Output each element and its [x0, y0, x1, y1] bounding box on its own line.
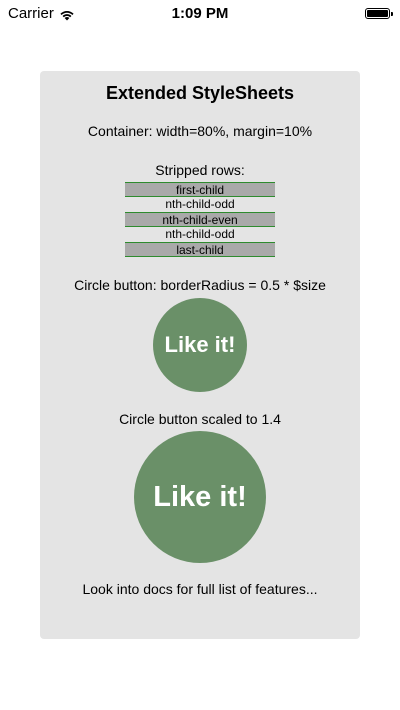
- battery-icon: [365, 8, 393, 19]
- footer-text: Look into docs for full list of features…: [82, 581, 318, 597]
- battery-level-fill: [367, 10, 388, 17]
- status-time: 1:09 PM: [171, 5, 229, 22]
- circle-button-label: Circle button: borderRadius = 0.5 * $siz…: [74, 277, 326, 293]
- like-button-scaled[interactable]: Like it!: [134, 431, 266, 563]
- status-bar: Carrier 1:09 PM: [0, 0, 400, 26]
- like-button-label: Like it!: [164, 332, 236, 357]
- row-nth-child-odd-2: nth-child-odd: [125, 227, 275, 242]
- stripped-rows-list: first-child nth-child-odd nth-child-even…: [125, 182, 275, 257]
- row-nth-child-odd: nth-child-odd: [125, 197, 275, 212]
- styled-container: Extended StyleSheets Container: width=80…: [40, 71, 360, 639]
- container-info-text: Container: width=80%, margin=10%: [87, 123, 313, 139]
- like-button[interactable]: Like it!: [153, 298, 247, 392]
- stripped-rows-label: Stripped rows:: [155, 162, 245, 178]
- page-title: Extended StyleSheets: [105, 83, 295, 103]
- battery-tip: [391, 12, 393, 16]
- scaled-button-label: Circle button scaled to 1.4: [119, 411, 281, 427]
- row-first-child: first-child: [125, 182, 275, 197]
- app-screen: Carrier 1:09 PM Extended StyleSheets Con…: [0, 0, 400, 710]
- row-nth-child-even: nth-child-even: [125, 212, 275, 227]
- row-last-child: last-child: [125, 242, 275, 257]
- like-button-scaled-label: Like it!: [153, 480, 247, 513]
